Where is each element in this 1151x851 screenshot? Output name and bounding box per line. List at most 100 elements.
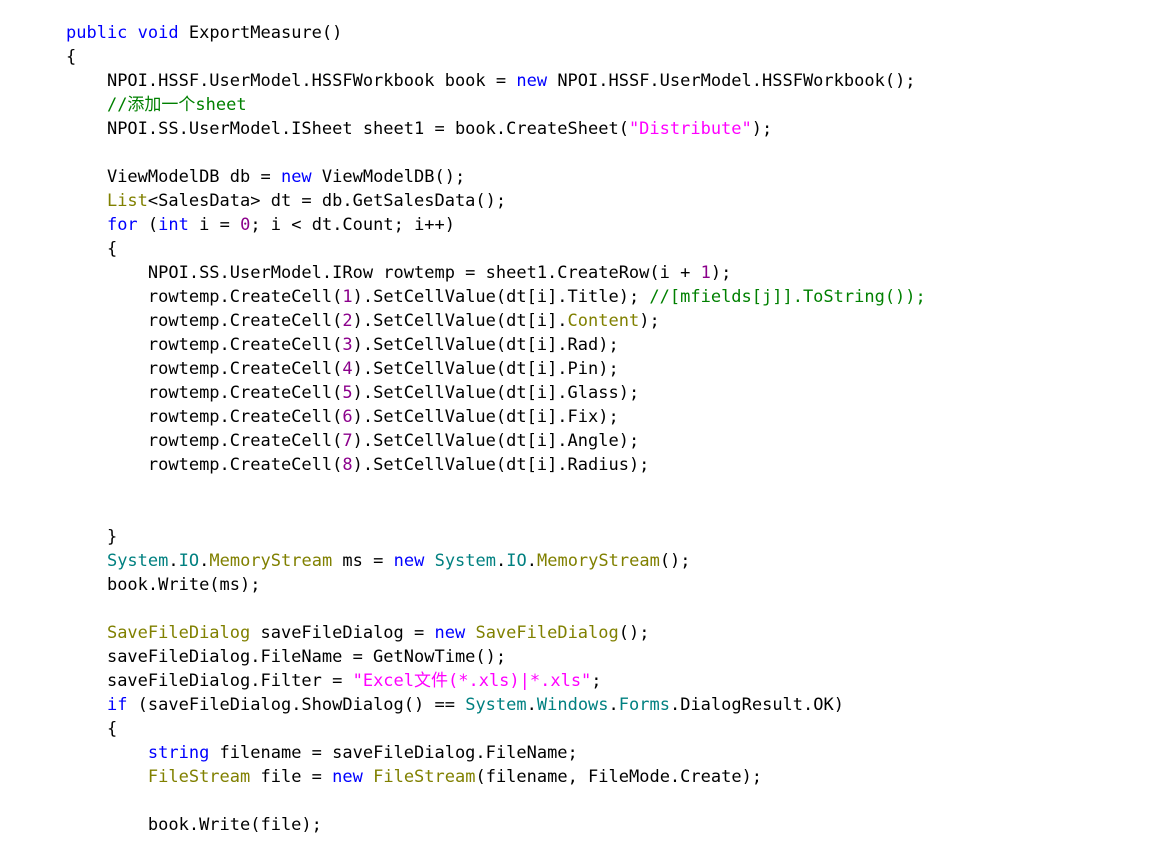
code-token-pln: rowtemp.CreateCell(	[147, 311, 343, 331]
code-token-pln: {	[66, 47, 77, 67]
code-token-pln: NPOI.HSSF.UserModel.HSSFWorkbook();	[547, 71, 916, 91]
code-token-pln: file =	[250, 767, 333, 787]
code-token-num: 1	[700, 263, 711, 283]
code-line: {	[0, 45, 1151, 69]
code-token-kw: new	[434, 623, 466, 643]
code-token-pln	[127, 23, 137, 43]
code-token-pln: <SalesData> dt = db.GetSalesData();	[147, 191, 507, 211]
code-block[interactable]: public void ExportMeasure(){ NPOI.HSSF.U…	[0, 17, 1151, 837]
code-line: book.Write(file);	[0, 813, 1151, 837]
code-line: rowtemp.CreateCell(3).SetCellValue(dt[i]…	[0, 333, 1151, 357]
code-token-pln: rowtemp.CreateCell(	[147, 287, 343, 307]
code-line: System.IO.MemoryStream ms = new System.I…	[0, 549, 1151, 573]
code-token-ns: Forms	[618, 695, 670, 715]
code-token-pln: ).SetCellValue(dt[i].Rad);	[352, 335, 619, 355]
code-token-pln: (	[137, 215, 159, 235]
code-line: public void ExportMeasure()	[0, 21, 1151, 45]
code-line: {	[0, 237, 1151, 261]
code-token-pln: );	[751, 119, 773, 139]
code-token-cmt: //[mfields[j]].ToString());	[649, 287, 926, 307]
code-token-pln: ).SetCellValue(dt[i].Angle);	[352, 431, 640, 451]
code-token-type: Content	[567, 311, 640, 331]
code-token-kw: new	[332, 767, 363, 787]
code-token-pln: ).SetCellValue(dt[i].Pin);	[352, 359, 619, 379]
code-token-pln: ).SetCellValue(dt[i].Title);	[352, 287, 650, 307]
code-token-pln: book.Write(file);	[147, 815, 322, 835]
code-token-pln: saveFileDialog =	[250, 623, 435, 643]
code-line: ViewModelDB db = new ViewModelDB();	[0, 165, 1151, 189]
code-token-pln: ).SetCellValue(dt[i].Fix);	[352, 407, 619, 427]
code-token-type: SaveFileDialog	[106, 623, 251, 643]
code-token-pln: ms =	[332, 551, 394, 571]
code-token-pln: .	[168, 551, 179, 571]
code-token-str: "Excel文件(*.xls)|*.xls"	[352, 671, 592, 691]
code-token-str: "Distribute"	[628, 119, 752, 139]
code-token-pln: rowtemp.CreateCell(	[147, 407, 343, 427]
code-token-pln: .	[526, 695, 537, 715]
code-token-pln: ).SetCellValue(dt[i].	[352, 311, 568, 331]
code-line: rowtemp.CreateCell(8).SetCellValue(dt[i]…	[0, 453, 1151, 477]
code-line: NPOI.HSSF.UserModel.HSSFWorkbook book = …	[0, 69, 1151, 93]
code-token-kw: for	[106, 215, 138, 235]
code-line: for (int i = 0; i < dt.Count; i++)	[0, 213, 1151, 237]
code-token-type: FileStream	[147, 767, 251, 787]
code-token-pln: ; i < dt.Count; i++)	[250, 215, 456, 235]
code-token-pln: ).SetCellValue(dt[i].Radius);	[352, 455, 650, 475]
code-token-pln: ();	[618, 623, 650, 643]
code-line: saveFileDialog.FileName = GetNowTime();	[0, 645, 1151, 669]
code-token-pln: (filename, FileMode.Create);	[475, 767, 763, 787]
code-token-pln: .	[608, 695, 619, 715]
code-token-pln: .DialogResult.OK)	[669, 695, 844, 715]
code-token-pln: );	[639, 311, 660, 331]
code-line: rowtemp.CreateCell(5).SetCellValue(dt[i]…	[0, 381, 1151, 405]
code-line: rowtemp.CreateCell(4).SetCellValue(dt[i]…	[0, 357, 1151, 381]
code-token-ns: IO	[178, 551, 200, 571]
code-token-num: 8	[342, 455, 353, 475]
code-token-type: SaveFileDialog	[475, 623, 619, 643]
code-token-ns: System	[434, 551, 496, 571]
code-token-type: FileStream	[373, 767, 476, 787]
code-line: if (saveFileDialog.ShowDialog() == Syste…	[0, 693, 1151, 717]
code-token-pln: ViewModelDB db =	[106, 167, 281, 187]
code-token-num: 5	[342, 383, 353, 403]
code-line: saveFileDialog.Filter = "Excel文件(*.xls)|…	[0, 669, 1151, 693]
code-token-kw: int	[158, 215, 189, 235]
code-token-pln: (saveFileDialog.ShowDialog() ==	[127, 695, 466, 715]
code-token-pln: ;	[591, 671, 602, 691]
code-token-type: MemoryStream	[536, 551, 660, 571]
code-token-pln: );	[710, 263, 732, 283]
code-token-pln: rowtemp.CreateCell(	[147, 455, 343, 475]
code-token-cmt: //添加一个sheet	[106, 95, 247, 115]
code-token-pln: NPOI.HSSF.UserModel.HSSFWorkbook book =	[106, 71, 517, 91]
code-token-pln: .	[526, 551, 537, 571]
code-token-ns: System	[465, 695, 527, 715]
code-token-kw: void	[137, 23, 179, 43]
code-token-pln: rowtemp.CreateCell(	[147, 335, 343, 355]
code-token-kw: string	[147, 743, 210, 763]
code-token-pln: rowtemp.CreateCell(	[147, 359, 343, 379]
code-token-pln	[424, 551, 434, 571]
code-line: List<SalesData> dt = db.GetSalesData();	[0, 189, 1151, 213]
code-line: NPOI.SS.UserModel.IRow rowtemp = sheet1.…	[0, 261, 1151, 285]
code-token-pln: {	[106, 719, 118, 739]
